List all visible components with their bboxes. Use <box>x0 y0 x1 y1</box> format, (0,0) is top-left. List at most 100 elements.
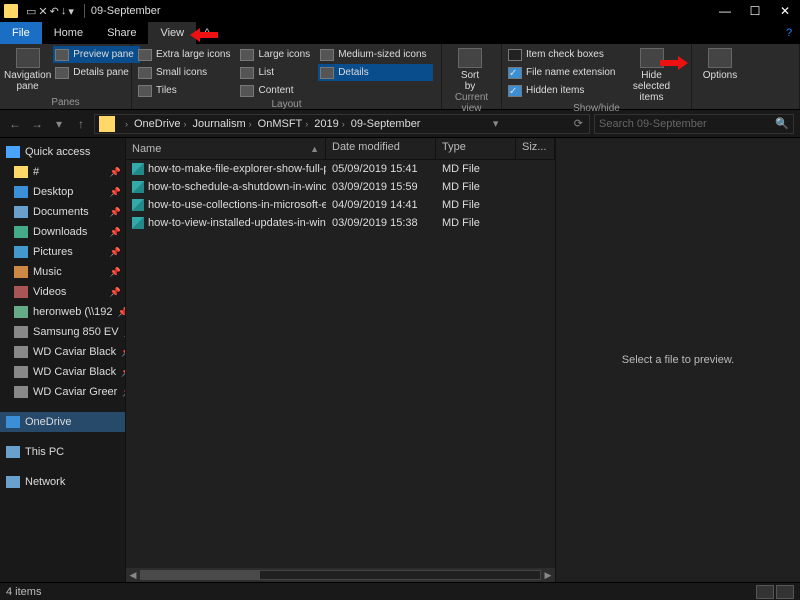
header-name[interactable]: Name▲ <box>126 138 326 159</box>
sidebar-item-network-drive[interactable]: heronweb (\\192📌 <box>0 302 125 322</box>
annotation-arrow-view-tab <box>190 28 218 42</box>
sidebar-item-pictures[interactable]: Pictures📌 <box>0 242 125 262</box>
star-icon <box>6 146 20 158</box>
layout-content-label: Content <box>258 85 293 96</box>
layout-tiles[interactable]: Tiles <box>136 82 236 99</box>
close-button[interactable]: ✕ <box>770 0 800 22</box>
forward-button[interactable]: → <box>28 117 46 131</box>
file-row[interactable]: how-to-make-file-explorer-show-full-pa..… <box>126 160 555 178</box>
scroll-left-arrow[interactable]: ◀ <box>126 568 140 582</box>
search-input[interactable]: Search 09-September 🔍 <box>594 114 794 134</box>
sidebar-onedrive[interactable]: OneDrive <box>0 412 125 432</box>
preview-empty-text: Select a file to preview. <box>622 354 735 366</box>
desktop-icon <box>14 186 28 198</box>
crumb-journalism[interactable]: Journalism› <box>189 118 254 130</box>
qat-new-folder-icon[interactable]: ✕ <box>38 5 47 18</box>
layout-small[interactable]: Small icons <box>136 64 236 81</box>
tiles-icon <box>138 85 152 97</box>
sidebar-this-pc[interactable]: This PC <box>0 442 125 462</box>
content-icon <box>240 85 254 97</box>
qat-redo-icon[interactable]: ↓ <box>61 5 67 18</box>
qat-dropdown-icon[interactable]: ▾ <box>68 5 74 18</box>
breadcrumb-dropdown[interactable]: ▾ <box>487 117 505 130</box>
layout-list[interactable]: List <box>238 64 316 81</box>
preview-pane-button[interactable]: Preview pane <box>53 46 140 63</box>
file-list[interactable]: Name▲ Date modified Type Siz... how-to-m… <box>125 138 555 582</box>
layout-extra-large[interactable]: Extra large icons <box>136 46 236 63</box>
file-row[interactable]: how-to-schedule-a-shutdown-in-windo...03… <box>126 178 555 196</box>
back-button[interactable]: ← <box>6 117 24 131</box>
layout-medium[interactable]: Medium-sized icons <box>318 46 432 63</box>
checkbox-icon: ✓ <box>508 67 522 79</box>
layout-tiles-label: Tiles <box>156 85 177 96</box>
navigation-pane[interactable]: Quick access #📌 Desktop📌 Documents📌 Down… <box>0 138 125 582</box>
up-button[interactable]: ↑ <box>72 117 90 131</box>
tab-share[interactable]: Share <box>95 22 148 44</box>
sidebar-item-music[interactable]: Music📌 <box>0 262 125 282</box>
hidden-items[interactable]: ✓Hidden items <box>506 82 622 99</box>
maximize-button[interactable]: ☐ <box>740 0 770 22</box>
layout-content[interactable]: Content <box>238 82 316 99</box>
layout-details[interactable]: Details <box>318 64 432 81</box>
item-check-boxes[interactable]: Item check boxes <box>506 46 622 63</box>
address-bar: ← → ▾ ↑ › OneDrive› Journalism› OnMSFT› … <box>0 110 800 138</box>
recent-locations[interactable]: ▾ <box>50 117 68 131</box>
network-icon <box>6 476 20 488</box>
group-show-hide: Item check boxes ✓File name extension ✓H… <box>502 44 692 109</box>
qat-properties-icon[interactable]: ▭ <box>26 5 36 18</box>
tab-home[interactable]: Home <box>42 22 95 44</box>
sidebar-item-downloads[interactable]: Downloads📌 <box>0 222 125 242</box>
refresh-button[interactable]: ⟳ <box>568 117 589 130</box>
pin-icon: 📌 <box>110 227 121 238</box>
file-row[interactable]: how-to-use-collections-in-microsoft-ed..… <box>126 196 555 214</box>
sort-by-button[interactable]: Sort by <box>446 46 494 92</box>
tab-view[interactable]: View <box>148 22 196 44</box>
cloud-icon <box>6 416 20 428</box>
file-name-extensions[interactable]: ✓File name extension <box>506 64 622 81</box>
scroll-thumb[interactable] <box>140 570 260 580</box>
sort-by-label: Sort by <box>461 70 479 92</box>
minimize-button[interactable]: — <box>710 0 740 22</box>
options-button[interactable]: Options <box>696 46 744 108</box>
crumb-2019[interactable]: 2019› <box>311 118 347 130</box>
header-date[interactable]: Date modified <box>326 138 436 159</box>
folder-icon <box>14 166 28 178</box>
hide-selected-button[interactable]: Hide selected items <box>624 46 680 103</box>
details-pane-button[interactable]: Details pane <box>53 64 140 81</box>
folder-icon <box>4 4 18 18</box>
sidebar-item-drive[interactable]: WD Caviar Greer📌 <box>0 382 125 402</box>
crumb-root[interactable]: › <box>119 119 131 129</box>
crumb-onedrive[interactable]: OneDrive› <box>131 118 189 130</box>
crumb-09-september[interactable]: 09-September <box>348 118 424 130</box>
sidebar-item-drive[interactable]: WD Caviar Black📌 <box>0 342 125 362</box>
scroll-right-arrow[interactable]: ▶ <box>541 568 555 582</box>
file-row[interactable]: how-to-view-installed-updates-in-windo..… <box>126 214 555 232</box>
qat-undo-icon[interactable]: ↶ <box>50 5 59 18</box>
sidebar-quick-access[interactable]: Quick access <box>0 142 125 162</box>
search-placeholder: Search 09-September <box>599 118 707 130</box>
breadcrumb[interactable]: › OneDrive› Journalism› OnMSFT› 2019› 09… <box>94 114 590 134</box>
sidebar-network[interactable]: Network <box>0 472 125 492</box>
help-icon[interactable]: ? <box>778 22 800 44</box>
sidebar-item-drive[interactable]: Samsung 850 EV📌 <box>0 322 125 342</box>
thumbnails-view-button[interactable] <box>776 585 794 599</box>
details-view-button[interactable] <box>756 585 774 599</box>
sidebar-item[interactable]: #📌 <box>0 162 125 182</box>
navigation-pane-button[interactable]: Navigation pane <box>4 46 51 97</box>
sidebar-item-desktop[interactable]: Desktop📌 <box>0 182 125 202</box>
tab-file[interactable]: File <box>0 22 42 44</box>
column-headers[interactable]: Name▲ Date modified Type Siz... <box>126 138 555 160</box>
music-icon <box>14 266 28 278</box>
view-mode-switcher <box>756 585 794 599</box>
sidebar-item-drive[interactable]: WD Caviar Black📌 <box>0 362 125 382</box>
sidebar-item-videos[interactable]: Videos📌 <box>0 282 125 302</box>
horizontal-scrollbar[interactable]: ◀ ▶ <box>126 568 555 582</box>
layout-large[interactable]: Large icons <box>238 46 316 63</box>
pin-icon: 📌 <box>110 167 121 178</box>
crumb-onmsft[interactable]: OnMSFT› <box>255 118 312 130</box>
details-pane-label: Details pane <box>73 67 129 78</box>
sidebar-item-documents[interactable]: Documents📌 <box>0 202 125 222</box>
downloads-icon <box>14 226 28 238</box>
header-size[interactable]: Siz... <box>516 138 555 159</box>
header-type[interactable]: Type <box>436 138 516 159</box>
